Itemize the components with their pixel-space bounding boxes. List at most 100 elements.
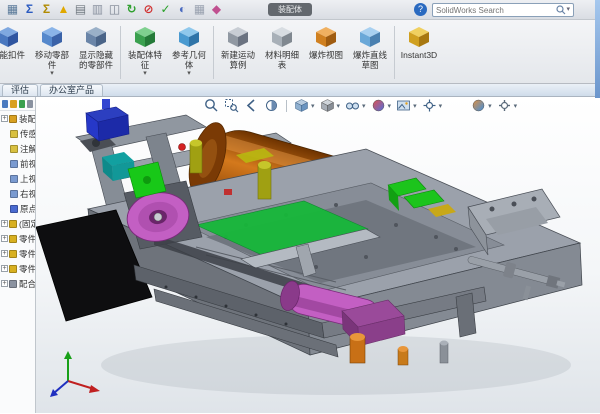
tree-item-icon [9,279,17,288]
tree-item-icon [10,189,18,198]
smart-fasteners-label: 智能扣件 [0,50,25,60]
stop-icon[interactable]: ⊘ [140,0,157,19]
expand-icon[interactable]: + [1,115,8,122]
ribbon-button-bill-of-materials[interactable]: 材料明细表 [260,22,304,83]
view-grid-icon[interactable]: ▦ [4,0,21,19]
apply-scene-icon[interactable] [396,98,411,113]
expand-icon[interactable]: + [1,265,8,272]
hide-show-items-icon[interactable] [345,98,360,113]
tab-office-products[interactable]: 办公室产品 [40,84,104,96]
tree-item[interactable]: + 装配体(默认) [0,111,35,126]
tree-item[interactable]: + 零件<3> [0,261,35,276]
show-hidden-components-label: 显示隐藏的零部件 [78,50,113,70]
chevron-down-icon: ▾ [488,102,492,110]
propertymanager-tab-icon[interactable] [10,100,17,108]
previous-view-icon[interactable] [244,98,259,113]
appearance-sphere-icon[interactable] [471,98,486,113]
olive-cylinder-1[interactable] [189,139,203,174]
window-edge [595,0,600,98]
tree-item[interactable]: + (固定) [0,216,35,231]
expand-icon[interactable]: + [1,280,8,287]
gem-icon[interactable]: ◆ [208,0,225,19]
warning-icon[interactable]: ▲ [55,0,72,19]
move-component-label: 移动零部件 [34,50,69,70]
display-style-icon[interactable] [320,98,335,113]
equations-icon[interactable]: Σ [21,0,38,19]
tree-item-label: 上视基准面 [20,173,35,184]
configurationmanager-tab-icon[interactable] [18,100,25,108]
tree-item[interactable]: 前视基准面 [0,156,35,171]
section-view-icon[interactable] [264,98,279,113]
tree-item[interactable]: 原点 [0,201,35,216]
expand-icon[interactable]: + [1,235,8,242]
main-area: + 装配体(默认) 传感器注解前视基准面上视基准面右视基准面原点 + (固定) + 零件<1… [0,97,600,413]
exploded-view-icon [314,25,338,51]
ribbon-button-explode-line-sketch[interactable]: 爆炸直线草图 [348,22,392,83]
zoom-area-icon[interactable] [224,98,239,113]
tab-evaluate[interactable]: 评估 [2,84,39,96]
zoom-fit-icon[interactable] [204,98,219,113]
sphere-icon[interactable]: ◐ [174,0,191,19]
tree-item[interactable]: + 配合 [0,276,35,291]
print-icon[interactable]: ▤ [72,0,89,19]
tree-item-label: 注解 [20,143,35,154]
expand-icon[interactable]: + [1,250,8,257]
dimxpert-tab-icon[interactable] [26,100,33,108]
chevron-down-icon: ▾ [50,69,54,77]
ribbon-button-exploded-view[interactable]: 爆炸视图 [304,22,348,83]
tree-item[interactable]: + 零件<2> [0,246,35,261]
new-motion-study-label: 新建运动算例 [220,50,255,70]
tree-item-label: 前视基准面 [20,158,35,169]
rebuild-icon[interactable]: ↻ [123,0,140,19]
tree-item[interactable]: 上视基准面 [0,171,35,186]
tree-item[interactable]: 右视基准面 [0,186,35,201]
blue-bracket[interactable] [85,99,130,142]
quick-access-toolbar: ▦ΣΣ▲▤▥◫↻⊘✓◐▦◆ 装配体 ? ▾ [0,0,600,20]
explode-line-sketch-label: 爆炸直线草图 [352,50,387,70]
command-manager-ribbon: 智能扣件移动零部件▾显示隐藏的零部件装配体特征▾参考几何体▾新建运动算例材料明细… [0,20,600,84]
ribbon-button-show-hidden-components[interactable]: 显示隐藏的零部件 [74,22,118,83]
edit-appearance-icon[interactable] [371,98,386,113]
graphics-area[interactable]: ▾ ▾ ▾ ▾ ▾ ▾ ▾ ▾ [36,97,600,413]
search-input[interactable] [436,5,557,15]
tree-item[interactable]: 传感器 [0,126,35,141]
ribbon-separator [213,26,214,79]
bill-of-materials-label: 材料明细表 [264,50,299,70]
feature-manager-panel[interactable]: + 装配体(默认) 传感器注解前视基准面上视基准面右视基准面原点 + (固定) + 零件<1… [0,97,36,413]
help-icon[interactable]: ? [414,3,427,16]
document-icon[interactable]: ▥ [89,0,106,19]
tree-item-label: 零件<3> [19,263,35,274]
chevron-down-icon: ▾ [438,102,443,110]
check-icon[interactable]: ✓ [157,0,174,19]
expand-icon[interactable]: + [1,220,8,227]
view-orientation-icon[interactable] [294,98,309,113]
tree-item-label: 装配体(默认) [19,113,35,124]
options-gear-icon[interactable] [497,98,512,113]
ribbon-button-assembly-features[interactable]: 装配体特征 ▾ [123,22,167,83]
assembly-model[interactable] [36,97,600,413]
ribbon-button-new-motion-study[interactable]: 新建运动算例 [216,22,260,83]
tree-item-label: 零件<1> [19,233,35,244]
ribbon-button-instant3d[interactable]: Instant3D [397,22,441,83]
mail-icon[interactable]: ◫ [106,0,123,19]
command-manager-tabs: 评估 办公室产品 [0,84,600,97]
ribbon-button-smart-fasteners[interactable]: 智能扣件 [0,22,30,83]
chevron-down-icon[interactable]: ▾ [566,4,570,16]
featuremanager-tree-tab-icon[interactable] [2,100,9,108]
ribbon-button-reference-geometry[interactable]: 参考几何体 ▾ [167,22,211,83]
assembly-features-icon [133,25,157,51]
toolbar-separator [286,99,287,112]
tree-item[interactable]: + 零件<1> [0,231,35,246]
tree-item-label: 右视基准面 [20,188,35,199]
tree-item[interactable]: 注解 [0,141,35,156]
reference-geometry-label: 参考几何体 [171,50,206,70]
sigma-icon[interactable]: Σ [38,0,55,19]
chevron-down-icon: ▾ [143,69,147,77]
window-title: 装配体 [268,3,312,16]
ribbon-button-move-component[interactable]: 移动零部件 ▾ [30,22,74,83]
view-settings-icon[interactable] [422,98,437,113]
quick-toolbar-icons: ▦ Σ Σ ▲ ▤ ▥ ◫ ↻ ⊘ ✓ ◐ ▦ ◆ [4,0,225,19]
table-icon[interactable]: ▦ [191,0,208,19]
search-box: ▾ [432,3,574,17]
chevron-down-icon: ▾ [513,102,518,110]
